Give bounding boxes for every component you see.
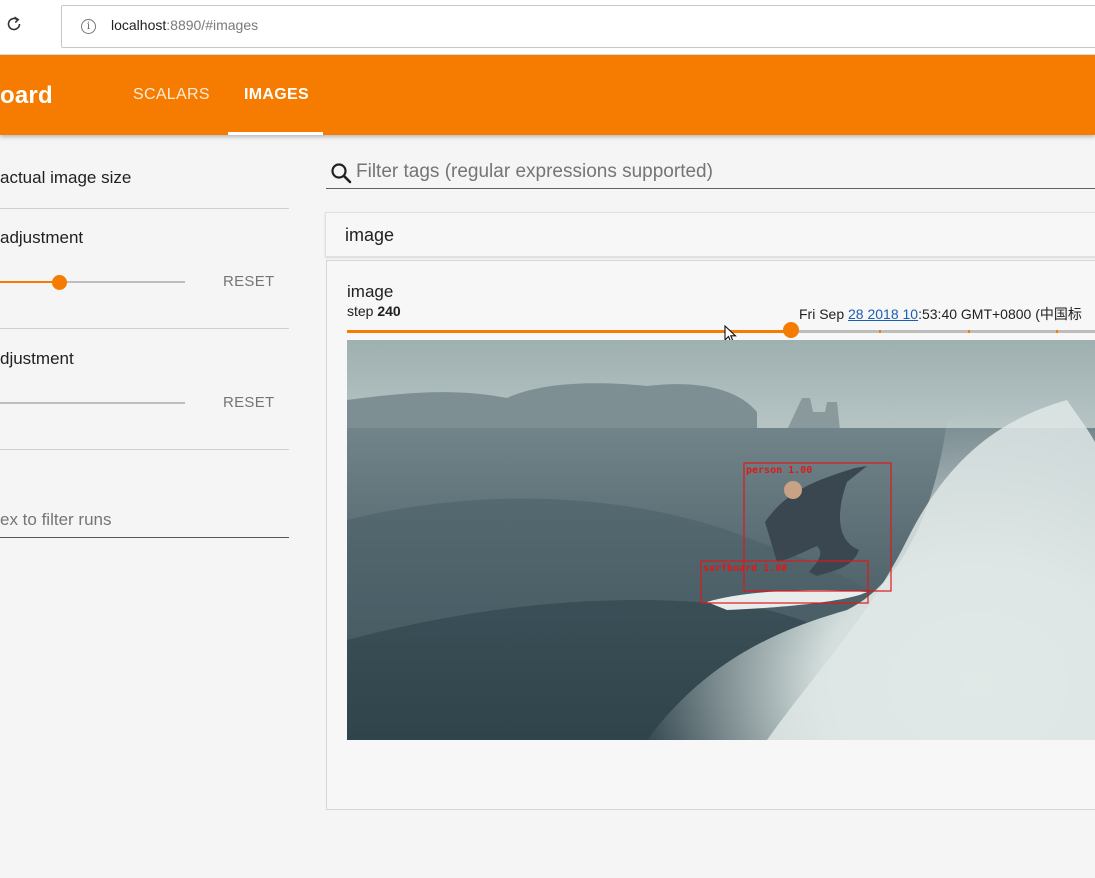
brightness-slider-fill (0, 281, 59, 283)
runs-filter-input[interactable]: ex to filter runs (0, 510, 112, 530)
step-slider[interactable] (347, 330, 1095, 333)
timestamp-link[interactable]: 28 2018 10 (848, 306, 918, 322)
card-title: image (347, 282, 394, 301)
step-tick (968, 330, 970, 333)
sidebar: actual image size adjustment RESET djust… (0, 135, 310, 878)
tab-images[interactable]: IMAGES (244, 86, 309, 104)
step-value: 240 (377, 303, 401, 319)
step-tick (1056, 330, 1058, 333)
brightness-slider-knob[interactable] (52, 275, 67, 290)
info-icon[interactable]: i (81, 19, 96, 34)
divider (0, 208, 289, 209)
tag-filter-input[interactable]: Filter tags (regular expressions support… (356, 161, 713, 183)
contrast-reset-button[interactable]: RESET (223, 394, 275, 411)
detection-label-surfboard: surfboard 1.00 (703, 563, 787, 574)
timestamp: Fri Sep 28 2018 10:53:40 GMT+0800 (中国标 (799, 306, 1082, 322)
step-slider-knob[interactable] (783, 322, 799, 338)
tag-filter-underline (326, 188, 1095, 189)
app-toolbar: oard SCALARS IMAGES (0, 55, 1095, 135)
contrast-label: djustment (0, 349, 74, 368)
tab-scalars[interactable]: SCALARS (133, 86, 210, 104)
browser-chrome: i localhost:8890/#images (0, 0, 1095, 55)
reload-icon[interactable] (4, 14, 24, 34)
contrast-slider[interactable] (0, 402, 185, 404)
category-title: image (345, 225, 395, 245)
image-card: image step 240 Fri Sep 28 2018 10:53:40 … (326, 260, 1095, 810)
address-bar[interactable]: i localhost:8890/#images (61, 5, 1095, 48)
step-tick (879, 330, 881, 333)
brightness-label: adjustment (0, 228, 84, 247)
app-brand: oard (0, 82, 53, 109)
summary-image[interactable]: person 1.00 surfboard 1.00 (347, 340, 1095, 740)
divider (0, 449, 289, 450)
brightness-slider[interactable] (0, 281, 185, 283)
category-header[interactable]: image (325, 212, 1095, 257)
actual-size-toggle[interactable]: actual image size (0, 168, 131, 188)
brightness-reset-button[interactable]: RESET (223, 273, 275, 290)
url-text: localhost:8890/#images (111, 17, 259, 33)
search-icon (331, 163, 352, 184)
runs-filter-underline (0, 537, 289, 538)
step-info: step 240 (347, 303, 401, 319)
detection-label-person: person 1.00 (746, 465, 812, 476)
divider (0, 328, 289, 329)
